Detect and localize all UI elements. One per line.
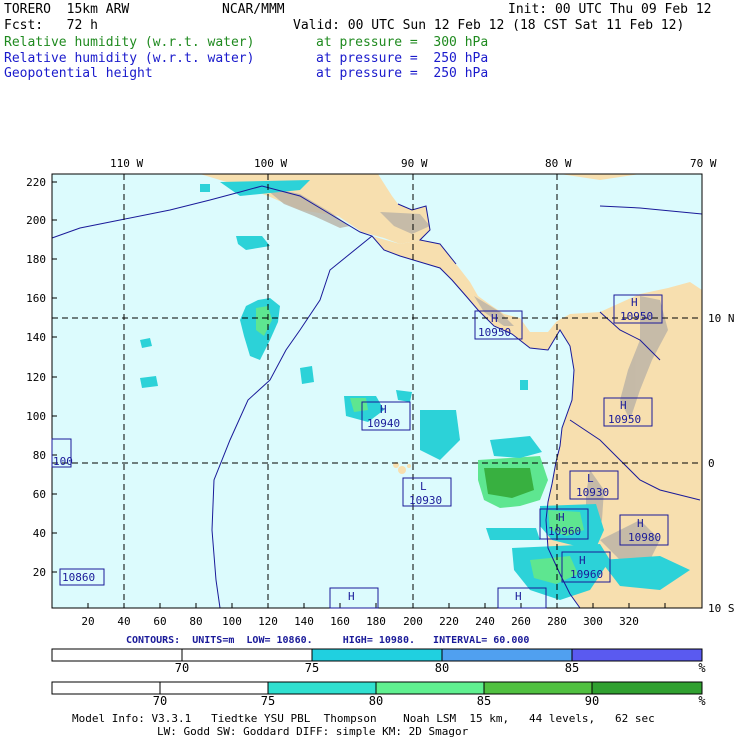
x-tick: 140 [294,615,314,628]
svg-text:75: 75 [305,661,319,675]
contours-info: CONTOURS: UNITS=m LOW= 10860. HIGH= 1098… [126,635,530,646]
colorbar-green-labels: 70 75 80 85 90 % [153,694,707,708]
colorbar-green [51,681,703,695]
svg-text:H: H [491,312,498,325]
y-tick: 100 [26,410,46,423]
physics-info: LW: Godd SW: Goddard DIFF: simple KM: 2D… [157,725,469,738]
left-tick-labels: 220 200 180 160 140 120 100 80 60 40 20 [26,176,46,579]
svg-text:10930: 10930 [576,486,609,499]
svg-text:10950: 10950 [608,413,641,426]
y-tick: 200 [26,214,46,227]
svg-text:H: H [348,590,355,603]
x-tick: 20 [81,615,94,628]
svg-text:75: 75 [261,694,275,708]
svg-text:70: 70 [175,661,189,675]
svg-text:80: 80 [369,694,383,708]
svg-text:H: H [515,590,522,603]
svg-text:10950: 10950 [478,326,511,339]
x-tick: 240 [475,615,495,628]
x-tick: 320 [619,615,639,628]
x-tick: 280 [547,615,567,628]
svg-text:10950: 10950 [620,310,653,323]
svg-text:H: H [637,517,644,530]
x-tick: 220 [439,615,459,628]
svg-text:H: H [558,511,565,524]
x-tick: 120 [258,615,278,628]
x-tick: 300 [583,615,603,628]
y-tick: 120 [26,371,46,384]
colorbar-blue-labels: 70 75 80 85 % [175,661,707,675]
lon-label: 70 W [690,157,717,170]
svg-text:H: H [620,399,627,412]
y-tick: 140 [26,331,46,344]
svg-text:H: H [579,554,586,567]
x-tick: 100 [222,615,242,628]
top-lon-labels: 110 W 100 W 90 W 80 W 70 W [110,157,717,170]
colorbar-blue [51,648,703,662]
svg-text:85: 85 [565,661,579,675]
weather-map: 110 W 100 W 90 W 80 W 70 W 10 N 0 10 S 2… [26,157,735,708]
y-tick: 180 [26,253,46,266]
svg-text:10940: 10940 [367,417,400,430]
svg-text:H: H [380,403,387,416]
x-tick: 160 [330,615,350,628]
svg-text:%: % [698,661,706,675]
lon-label: 110 W [110,157,143,170]
model-info: Model Info: V3.3.1 Tiedtke YSU PBL Thomp… [72,712,655,725]
svg-text:%: % [698,694,706,708]
lat-label: 10 N [708,312,735,325]
lon-label: 100 W [254,157,287,170]
svg-text:L: L [587,472,594,485]
svg-text:90: 90 [585,694,599,708]
svg-text:10930: 10930 [409,494,442,507]
y-tick: 40 [33,527,46,540]
x-tick: 60 [153,615,166,628]
x-tick: 180 [366,615,386,628]
svg-text:70: 70 [153,694,167,708]
lon-label: 90 W [401,157,428,170]
x-tick: 200 [403,615,423,628]
y-tick: 60 [33,488,46,501]
svg-text:100: 100 [53,455,73,468]
lon-label: 80 W [545,157,572,170]
x-tick: 40 [117,615,130,628]
right-lat-labels: 10 N 0 10 S [708,312,735,615]
svg-text:10980: 10980 [628,531,661,544]
y-tick: 80 [33,449,46,462]
y-tick: 20 [33,566,46,579]
svg-text:80: 80 [435,661,449,675]
lat-label: 0 [708,457,715,470]
svg-text:85: 85 [477,694,491,708]
svg-text:10960: 10960 [570,568,603,581]
svg-text:H: H [631,296,638,309]
y-tick: 160 [26,292,46,305]
svg-text:L: L [420,480,427,493]
x-tick: 260 [511,615,531,628]
x-tick: 80 [189,615,202,628]
lat-label: 10 S [708,602,735,615]
svg-text:10860: 10860 [62,571,95,584]
y-tick: 220 [26,176,46,189]
bottom-tick-labels: 20 40 60 80 100 120 140 160 180 200 220 … [81,615,639,628]
svg-text:10960: 10960 [548,525,581,538]
